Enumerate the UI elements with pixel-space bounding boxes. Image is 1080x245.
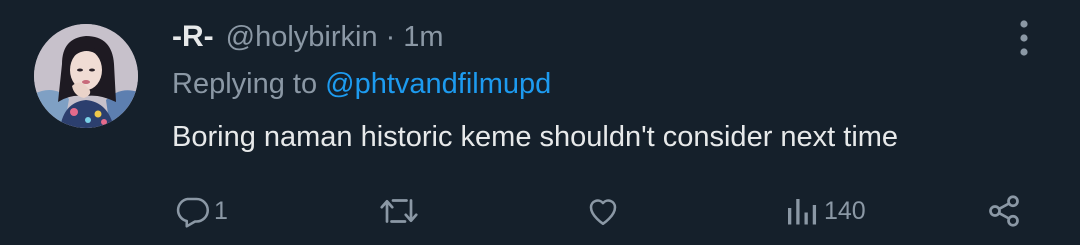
separator-dot: · <box>385 20 396 53</box>
display-name[interactable]: -R- <box>172 20 214 54</box>
views-count: 140 <box>824 196 866 225</box>
reply-icon <box>176 197 209 228</box>
reply-count: 1 <box>214 196 228 225</box>
views-button[interactable]: 140 <box>786 191 866 231</box>
retweet-button[interactable] <box>378 191 424 231</box>
like-button[interactable] <box>584 191 626 231</box>
user-handle[interactable]: @holybirkin <box>226 21 378 54</box>
retweet-icon <box>380 199 418 223</box>
avatar[interactable] <box>34 24 138 128</box>
share-button[interactable] <box>986 191 1022 231</box>
views-icon <box>788 199 817 225</box>
replying-prefix: Replying to <box>172 68 318 100</box>
timestamp[interactable]: 1m <box>403 21 443 54</box>
more-vertical-icon <box>1020 20 1028 56</box>
tweet-text: Boring naman historic keme shouldn't con… <box>172 121 899 153</box>
heart-icon <box>589 199 617 226</box>
more-options-button[interactable] <box>1008 18 1040 58</box>
tweet-header: -R- @holybirkin · 1m <box>172 17 444 57</box>
avatar-image <box>34 24 138 128</box>
replying-to: Replying to @phtvandfilmupd <box>172 68 551 101</box>
tweet[interactable]: -R- @holybirkin · 1m Replying to @phtvan… <box>0 0 1080 245</box>
replying-to-mention[interactable]: @phtvandfilmupd <box>325 68 551 100</box>
reply-button[interactable]: 1 <box>174 191 228 231</box>
share-icon <box>989 195 1019 227</box>
